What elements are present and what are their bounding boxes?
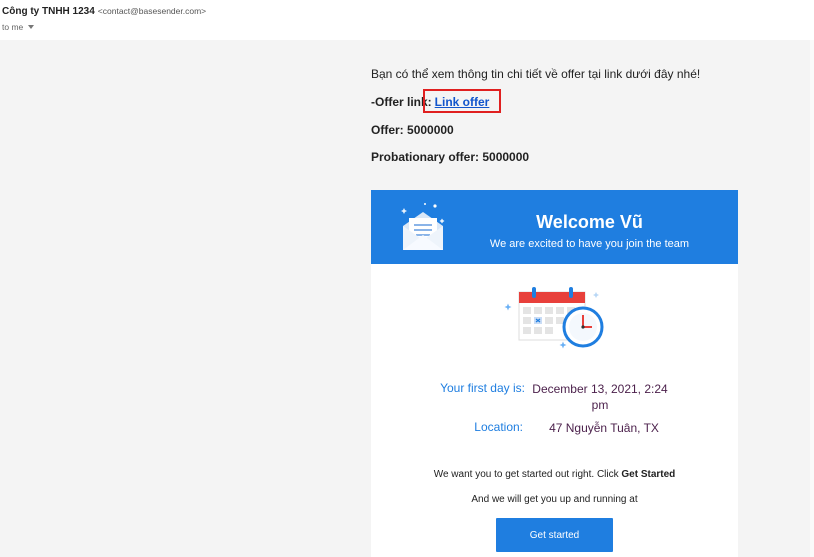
first-day-value-line1: December 13, 2021, 2:24: [532, 382, 668, 396]
chevron-down-icon[interactable]: [28, 25, 35, 29]
recipient-label: to me: [2, 22, 24, 32]
welcome-card: Welcome Vũ We are excited to have you jo…: [371, 190, 738, 557]
recipient-details-toggle[interactable]: to me: [2, 22, 35, 32]
welcome-title: Welcome Vũ: [536, 212, 643, 232]
sender-email: <contact@basesender.com>: [97, 6, 207, 16]
scrollbar[interactable]: [810, 40, 814, 557]
calendar-clock-icon: [504, 287, 604, 349]
offer-line: Offer: 5000000: [371, 123, 454, 137]
running-text: And we will get you up and running at: [471, 494, 638, 505]
get-started-instruction: We want you to get started out right. Cl…: [371, 469, 738, 480]
envelope-icon: [401, 203, 445, 250]
first-day-value: December 13, 2021, 2:24 pm: [529, 381, 671, 413]
get-started-button[interactable]: Get started: [496, 518, 613, 552]
probationary-offer-line: Probationary offer: 5000000: [371, 150, 529, 164]
email-header: Công ty TNHH 1234 <contact@basesender.com…: [0, 0, 814, 40]
offer-value: 5000000: [407, 123, 454, 137]
probationary-label: Probationary offer:: [371, 150, 480, 164]
first-day-label: Your first day is:: [440, 381, 525, 395]
location-label: Location:: [474, 420, 523, 434]
location-value: 47 Nguyễn Tuân, TX: [549, 421, 659, 435]
highlight-annotation-box: [423, 89, 501, 113]
welcome-subtitle: We are excited to have you join the team: [489, 238, 690, 250]
sender-name[interactable]: Công ty TNHH 1234: [2, 6, 95, 17]
instruction-text: We want you to get started out right. Cl…: [433, 469, 622, 480]
intro-text: Bạn có thể xem thông tin chi tiết về off…: [371, 67, 701, 81]
sender-line: Công ty TNHH 1234 <contact@basesender.com…: [2, 6, 206, 17]
probationary-value: 5000000: [482, 150, 530, 164]
offer-label: Offer:: [371, 123, 404, 137]
welcome-banner: Welcome Vũ We are excited to have you jo…: [371, 190, 738, 264]
instruction-bold: Get Started: [621, 469, 676, 480]
first-day-value-line2: pm: [591, 398, 609, 412]
